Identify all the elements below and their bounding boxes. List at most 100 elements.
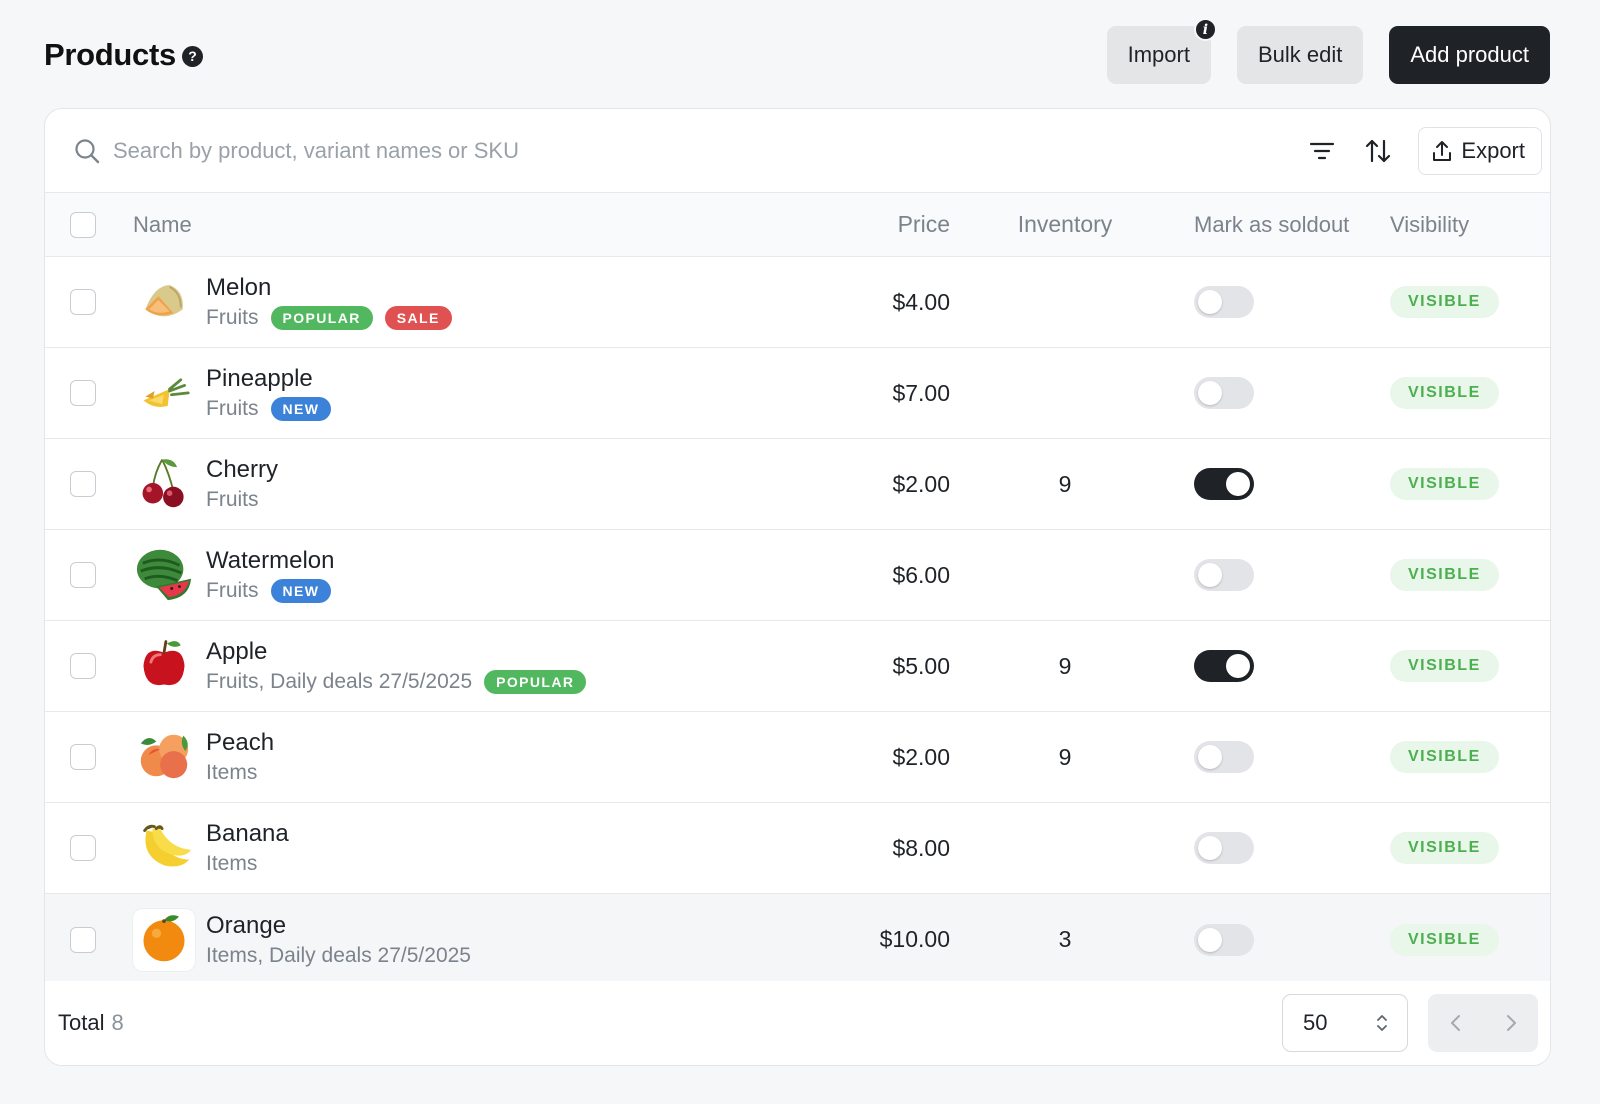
visibility-badge[interactable]: VISIBLE <box>1390 923 1499 956</box>
product-name-cell: Apple Fruits, Daily deals 27/5/2025 POPU… <box>133 635 820 697</box>
row-checkbox[interactable] <box>70 380 96 406</box>
page-title: Products <box>44 37 176 72</box>
product-name[interactable]: Peach <box>206 729 274 757</box>
product-price: $5.00 <box>892 652 950 679</box>
import-button[interactable]: Import i <box>1106 18 1217 84</box>
row-checkbox[interactable] <box>70 744 96 770</box>
column-price[interactable]: Price <box>820 211 950 238</box>
product-name[interactable]: Apple <box>206 638 586 666</box>
product-price: $4.00 <box>892 288 950 315</box>
product-inventory: 3 <box>1058 926 1072 952</box>
upload-icon <box>1433 140 1452 161</box>
search-icon <box>75 138 100 163</box>
product-name[interactable]: Orange <box>206 912 471 940</box>
product-thumbnail <box>133 726 195 788</box>
filter-icon <box>1310 142 1335 159</box>
soldout-toggle[interactable] <box>1194 286 1254 318</box>
table-toolbar: Export <box>45 109 1550 193</box>
product-price: $2.00 <box>892 470 950 497</box>
product-category: Fruits <box>206 306 259 329</box>
search-input[interactable] <box>113 137 1301 164</box>
prev-page-icon[interactable] <box>1448 1012 1464 1034</box>
table-row[interactable]: Peach Items $2.00 9 VISIBLE <box>45 712 1550 803</box>
product-category: Fruits <box>206 579 259 602</box>
row-checkbox[interactable] <box>70 471 96 497</box>
page-header: Products ? Import i Bulk edit Add produc… <box>44 18 1550 84</box>
product-name[interactable]: Pineapple <box>206 365 331 393</box>
tag-sale: SALE <box>384 306 452 330</box>
visibility-badge[interactable]: VISIBLE <box>1390 650 1499 682</box>
row-checkbox[interactable] <box>70 835 96 861</box>
banana-icon <box>135 817 193 880</box>
tag-new: NEW <box>270 579 332 603</box>
product-category: Items <box>206 852 258 875</box>
product-thumbnail <box>133 271 195 333</box>
row-checkbox[interactable] <box>70 926 96 953</box>
product-name-cell: Peach Items <box>133 726 820 788</box>
product-name[interactable]: Cherry <box>206 456 278 484</box>
row-checkbox[interactable] <box>70 289 96 315</box>
total-label: Total <box>58 1010 105 1035</box>
soldout-toggle[interactable] <box>1194 377 1254 409</box>
visibility-badge[interactable]: VISIBLE <box>1390 286 1499 318</box>
row-checkbox[interactable] <box>70 653 96 679</box>
filter-button[interactable] <box>1300 129 1344 173</box>
pineapple-icon <box>136 363 192 424</box>
product-price: $2.00 <box>892 743 950 770</box>
table-row[interactable]: Apple Fruits, Daily deals 27/5/2025 POPU… <box>45 621 1550 712</box>
watermelon-icon <box>135 544 193 607</box>
peach-icon <box>135 726 193 789</box>
product-inventory: 9 <box>1058 743 1072 770</box>
table-row[interactable]: Orange Items, Daily deals 27/5/2025 $10.… <box>45 894 1550 985</box>
export-button-label: Export <box>1461 137 1525 163</box>
title-group: Products ? <box>44 37 203 73</box>
product-thumbnail <box>133 544 195 606</box>
bulk-edit-button[interactable]: Bulk edit <box>1236 26 1364 84</box>
cherry-icon <box>136 454 192 515</box>
page-size-select[interactable]: 50 <box>1282 994 1408 1052</box>
product-name[interactable]: Melon <box>206 274 452 302</box>
visibility-badge[interactable]: VISIBLE <box>1390 559 1499 591</box>
product-price: $6.00 <box>892 561 950 588</box>
product-thumbnail <box>133 908 195 971</box>
product-category: Items <box>206 761 258 784</box>
product-name-cell: Orange Items, Daily deals 27/5/2025 <box>133 908 820 971</box>
soldout-toggle[interactable] <box>1194 559 1254 591</box>
column-name[interactable]: Name <box>133 212 820 238</box>
visibility-badge[interactable]: VISIBLE <box>1390 832 1499 864</box>
column-mark-soldout: Mark as soldout <box>1194 211 1350 237</box>
page-size-value: 50 <box>1303 1010 1328 1035</box>
soldout-toggle[interactable] <box>1194 741 1254 773</box>
soldout-toggle[interactable] <box>1194 468 1254 500</box>
table-row[interactable]: Watermelon Fruits NEW $6.00 VISIBLE <box>45 530 1550 621</box>
table-row[interactable]: Cherry Fruits $2.00 9 VISIBLE <box>45 439 1550 530</box>
product-price: $8.00 <box>892 834 950 861</box>
info-icon[interactable]: i <box>1193 18 1217 41</box>
header-actions: Import i Bulk edit Add product <box>1106 18 1550 84</box>
help-icon[interactable]: ? <box>181 45 203 67</box>
table-footer: Total 8 50 <box>45 981 1550 1065</box>
visibility-badge[interactable]: VISIBLE <box>1390 741 1499 773</box>
column-inventory[interactable]: Inventory <box>950 211 1180 238</box>
soldout-toggle[interactable] <box>1194 923 1254 956</box>
visibility-badge[interactable]: VISIBLE <box>1390 377 1499 409</box>
visibility-badge[interactable]: VISIBLE <box>1390 468 1499 500</box>
row-checkbox[interactable] <box>70 562 96 588</box>
products-card: Export Name Price Inventory Mark as sold… <box>44 108 1551 1066</box>
table-row[interactable]: Melon Fruits POPULAR SALE $4.00 VISIBLE <box>45 257 1550 348</box>
product-name-cell: Pineapple Fruits NEW <box>133 362 820 424</box>
table-row[interactable]: Pineapple Fruits NEW $7.00 VISIBLE <box>45 348 1550 439</box>
table-row[interactable]: Banana Items $8.00 VISIBLE <box>45 803 1550 894</box>
export-button[interactable]: Export <box>1418 126 1542 175</box>
product-category: Fruits <box>206 488 259 511</box>
sort-button[interactable] <box>1356 129 1400 173</box>
add-product-button[interactable]: Add product <box>1389 26 1550 84</box>
soldout-toggle[interactable] <box>1194 832 1254 864</box>
product-name[interactable]: Watermelon <box>206 547 334 575</box>
chevron-up-down-icon <box>1377 1015 1387 1031</box>
product-name-cell: Banana Items <box>133 817 820 879</box>
soldout-toggle[interactable] <box>1194 650 1254 682</box>
product-name[interactable]: Banana <box>206 820 289 848</box>
next-page-icon[interactable] <box>1503 1012 1519 1034</box>
select-all-checkbox[interactable] <box>70 211 96 238</box>
